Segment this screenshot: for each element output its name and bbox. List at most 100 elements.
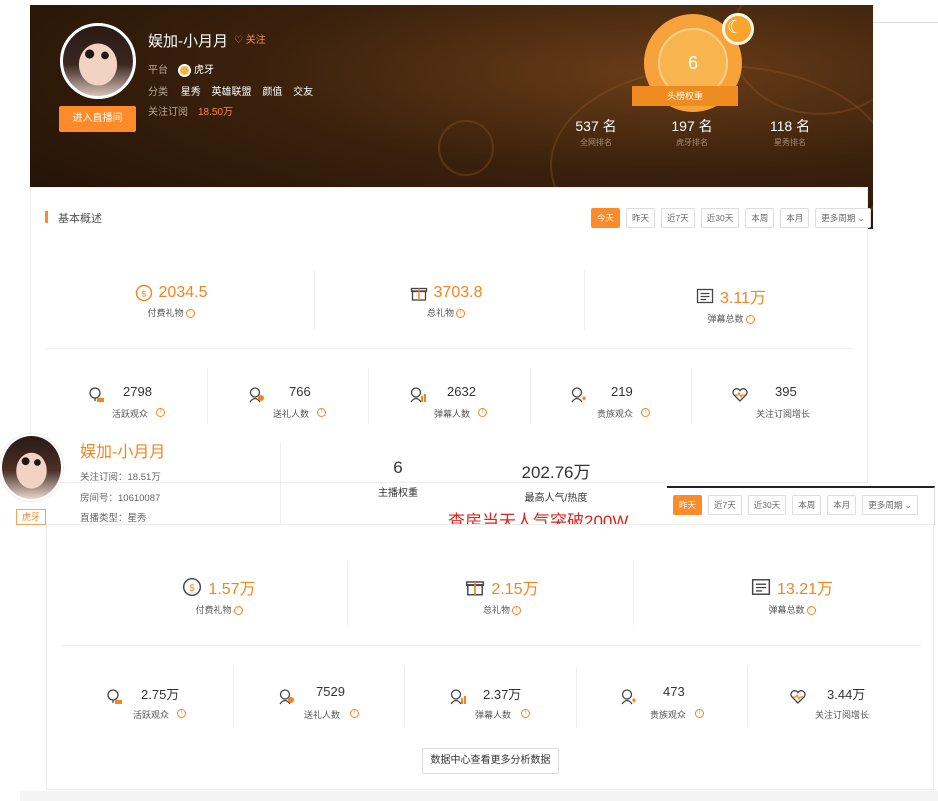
overlay-subscribers: 关注订阅：18.51万 <box>80 472 161 483</box>
gifter-icon <box>249 387 264 403</box>
info-icon[interactable]: ! <box>315 407 326 418</box>
rank-overall: 537 名 全网排名 <box>556 116 636 148</box>
category-tag[interactable]: 交友 <box>293 87 313 98</box>
info-icon[interactable]: ! <box>745 315 755 325</box>
period-30days-button[interactable]: 近30天 <box>700 208 740 228</box>
period-7days-button[interactable]: 近7天 <box>708 495 742 515</box>
stat-label: 最高人气/热度 <box>524 493 588 504</box>
barrage-user-icon <box>410 387 426 403</box>
stat-value: 395 <box>775 384 797 399</box>
info-icon[interactable]: ! <box>519 708 530 719</box>
period-30days-button[interactable]: 近30天 <box>747 495 787 515</box>
noble-viewer-icon <box>621 689 636 705</box>
more-periods-dropdown[interactable]: 更多周期 ⌄ <box>862 495 918 515</box>
stat-value: 2798 <box>123 384 152 399</box>
stat-value: 1.57万 <box>208 581 256 598</box>
info-icon[interactable]: ! <box>348 708 359 719</box>
info-icon[interactable]: ! <box>175 708 186 719</box>
stat-label: 贵族观众 <box>597 409 634 419</box>
anchor-weight-stat: 6 主播权重 <box>358 458 438 499</box>
total-gift-stat: 2.15万 总礼物! <box>417 575 587 616</box>
info-icon[interactable]: ! <box>185 309 195 319</box>
info-icon[interactable]: ! <box>233 606 243 616</box>
peak-popularity-stat: 202.76万 最高人气/热度 <box>496 458 616 504</box>
period-yesterday-button[interactable]: 昨天 <box>673 495 703 515</box>
svg-text:$: $ <box>141 290 147 300</box>
period-month-button[interactable]: 本月 <box>780 208 810 228</box>
divider <box>207 368 208 424</box>
stat-label: 送礼人数 <box>304 710 341 720</box>
banner-decoration <box>438 120 494 176</box>
divider <box>633 561 634 625</box>
rank-value: 537 名 <box>575 118 617 134</box>
category-tag[interactable]: 星秀 <box>181 87 201 98</box>
barrage-icon <box>696 288 714 304</box>
stat-value: 2034.5 <box>158 284 208 301</box>
stat-label: 总礼物 <box>482 605 510 615</box>
svg-text:$: $ <box>189 583 195 594</box>
streamer-avatar[interactable] <box>60 23 136 99</box>
divider <box>233 667 234 727</box>
overlay-stream-type: 直播类型：星秀 <box>80 513 147 524</box>
coin-icon: $ <box>135 284 152 302</box>
period-selector-b: 昨天 近7天 近30天 本周 本月 更多周期 ⌄ <box>673 495 918 515</box>
divider <box>61 645 921 646</box>
active-viewer-icon <box>107 689 122 704</box>
period-yesterday-button[interactable]: 昨天 <box>626 208 656 228</box>
info-icon[interactable]: ! <box>476 407 487 418</box>
barrage-user-icon <box>450 689 466 705</box>
info-icon[interactable]: ! <box>639 407 650 418</box>
stat-value: 2.37万 <box>483 687 522 702</box>
medal-caption: 头榜权重 <box>632 86 738 106</box>
barrage-total-stat: 13.21万 弹幕总数! <box>707 575 877 616</box>
period-week-button[interactable]: 本周 <box>745 208 775 228</box>
follow-button[interactable]: ♡ 关注 <box>234 31 266 46</box>
period-today-button[interactable]: 今天 <box>591 208 621 228</box>
stat-label: 关注订阅增长 <box>815 710 870 720</box>
stat-value: 766 <box>289 384 311 399</box>
stat-label: 贵族观众 <box>650 710 687 720</box>
gifter-icon <box>279 689 294 705</box>
info-icon[interactable]: ! <box>693 708 704 719</box>
platform-label: 平台 <box>148 65 168 76</box>
more-periods-dropdown[interactable]: 更多周期 ⌄ <box>815 208 871 228</box>
category-tag[interactable]: 英雄联盟 <box>212 87 252 98</box>
stat-value: 7529 <box>316 684 345 699</box>
streamer-name: 娱加-小月月 <box>148 33 228 50</box>
rank-platform: 197 名 虎牙排名 <box>652 116 732 148</box>
divider <box>314 270 315 330</box>
divider <box>45 348 853 349</box>
period-bar-b: 昨天 近7天 近30天 本周 本月 更多周期 ⌄ <box>667 486 935 526</box>
streamer-avatar-small[interactable] <box>0 434 63 501</box>
stat-label: 付费礼物 <box>195 605 232 615</box>
platform-badge: 虎牙 <box>16 509 46 525</box>
period-month-button[interactable]: 本月 <box>827 495 857 515</box>
data-center-more-button[interactable]: 数据中心查看更多分析数据 <box>422 748 559 774</box>
top-divider <box>872 22 938 23</box>
info-icon[interactable]: ! <box>806 606 816 616</box>
period-7days-button[interactable]: 近7天 <box>661 208 695 228</box>
category-tag[interactable]: 颜值 <box>262 87 282 98</box>
coin-icon: $ <box>183 577 202 597</box>
period-week-button[interactable]: 本周 <box>792 495 822 515</box>
barrage-icon <box>751 579 771 595</box>
noble-viewer-icon <box>571 387 586 403</box>
stat-label: 付费礼物 <box>147 308 184 319</box>
stat-value: 3703.8 <box>433 284 483 301</box>
platform-row: 平台 虎牙 <box>148 61 214 77</box>
heart-growth-icon <box>790 690 806 704</box>
rank-value: 197 名 <box>671 118 713 134</box>
stat-value: 473 <box>663 684 685 699</box>
divider <box>280 442 281 530</box>
divider <box>530 368 531 424</box>
stat-label: 活跃观众 <box>112 409 149 419</box>
divider <box>584 270 585 330</box>
rank-label: 星秀排名 <box>774 138 806 147</box>
enter-live-room-button[interactable]: 进入直播间 <box>59 106 136 132</box>
info-icon[interactable]: ! <box>456 309 465 319</box>
info-icon[interactable]: ! <box>154 407 165 418</box>
screenshot-root: 娱加-小月月 ♡ 关注 平台 虎牙 分类 星秀 英雄联盟 颜值 交友 关注订阅 18… <box>0 0 938 801</box>
info-icon[interactable]: ! <box>512 606 521 616</box>
rank-value: 118 名 <box>769 118 811 134</box>
stat-label: 主播权重 <box>378 488 418 499</box>
